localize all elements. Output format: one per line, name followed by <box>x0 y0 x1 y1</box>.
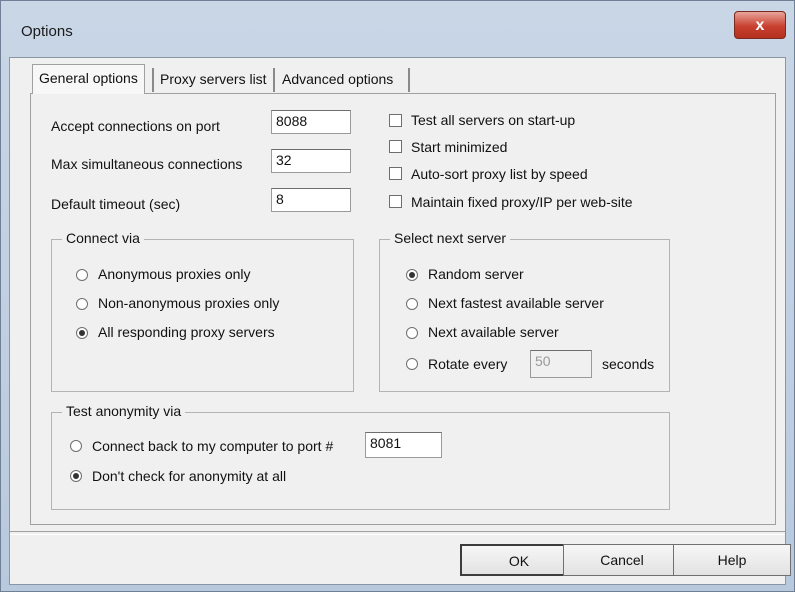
start-minimized-checkbox[interactable] <box>389 140 402 153</box>
rotate-every-radio[interactable] <box>406 358 418 370</box>
tab-general-options[interactable]: General options <box>32 64 145 94</box>
rotate-seconds-unit: seconds <box>602 356 655 372</box>
test-servers-checkbox[interactable] <box>389 114 402 127</box>
select-next-server-title: Select next server <box>390 230 511 246</box>
random-server-label: Random server <box>428 266 524 282</box>
connect-back-label: Connect back to my computer to port # <box>92 438 334 454</box>
tab-proxy-servers-list[interactable]: Proxy servers list <box>154 66 273 92</box>
test-servers-label: Test all servers on start-up <box>411 112 576 128</box>
test-anonymity-group: Test anonymity via Connect back to my co… <box>51 403 670 510</box>
title-bar[interactable]: Options x <box>1 1 794 47</box>
start-minimized-label: Start minimized <box>411 139 508 155</box>
button-row-divider <box>10 531 785 535</box>
port-input[interactable]: 8088 <box>271 110 351 134</box>
all-responding-radio[interactable] <box>76 327 88 339</box>
test-anonymity-title: Test anonymity via <box>62 403 186 419</box>
rotate-every-label: Rotate every <box>428 356 508 372</box>
max-connections-label: Max simultaneous connections <box>51 156 243 172</box>
next-available-label: Next available server <box>428 324 559 340</box>
tab-separator <box>408 68 410 92</box>
connect-via-title: Connect via <box>62 230 144 246</box>
dialog-client-area: General options Proxy servers list Advan… <box>9 57 791 585</box>
tab-advanced-options[interactable]: Advanced options <box>276 66 400 92</box>
close-icon: x <box>755 17 765 34</box>
next-fastest-radio[interactable] <box>406 298 418 310</box>
help-button[interactable]: Help <box>673 544 791 576</box>
window-title: Options <box>21 23 73 40</box>
options-window: Options x General options Proxy servers … <box>0 0 795 592</box>
cancel-button[interactable]: Cancel <box>563 544 681 576</box>
general-options-panel: Accept connections on port 8088 Max simu… <box>30 93 776 525</box>
random-server-radio[interactable] <box>406 269 418 281</box>
dont-check-radio[interactable] <box>70 470 82 482</box>
port-label: Accept connections on port <box>51 118 220 134</box>
select-next-server-group: Select next server Random server Next fa… <box>379 230 670 392</box>
rotate-seconds-input[interactable]: 50 <box>530 350 592 378</box>
auto-sort-label: Auto-sort proxy list by speed <box>411 166 588 182</box>
next-available-radio[interactable] <box>406 327 418 339</box>
close-button[interactable]: x <box>734 11 786 39</box>
timeout-label: Default timeout (sec) <box>51 196 181 212</box>
tab-separator <box>273 68 275 92</box>
fixed-proxy-checkbox[interactable] <box>389 195 402 208</box>
non-anonymous-only-label: Non-anonymous proxies only <box>98 295 280 311</box>
connect-via-group: Connect via Anonymous proxies only Non-a… <box>51 230 354 392</box>
auto-sort-checkbox[interactable] <box>389 167 402 180</box>
anonymous-only-radio[interactable] <box>76 269 88 281</box>
fixed-proxy-label: Maintain fixed proxy/IP per web-site <box>411 194 633 210</box>
max-connections-input[interactable]: 32 <box>271 149 351 173</box>
anonymous-only-label: Anonymous proxies only <box>98 266 251 282</box>
connect-back-radio[interactable] <box>70 440 82 452</box>
all-responding-label: All responding proxy servers <box>98 324 275 340</box>
connect-back-port-input[interactable]: 8081 <box>365 432 442 458</box>
next-fastest-label: Next fastest available server <box>428 295 604 311</box>
non-anonymous-only-radio[interactable] <box>76 298 88 310</box>
timeout-input[interactable]: 8 <box>271 188 351 212</box>
ok-button[interactable]: OK <box>460 544 578 576</box>
dont-check-label: Don't check for anonymity at all <box>92 468 287 484</box>
